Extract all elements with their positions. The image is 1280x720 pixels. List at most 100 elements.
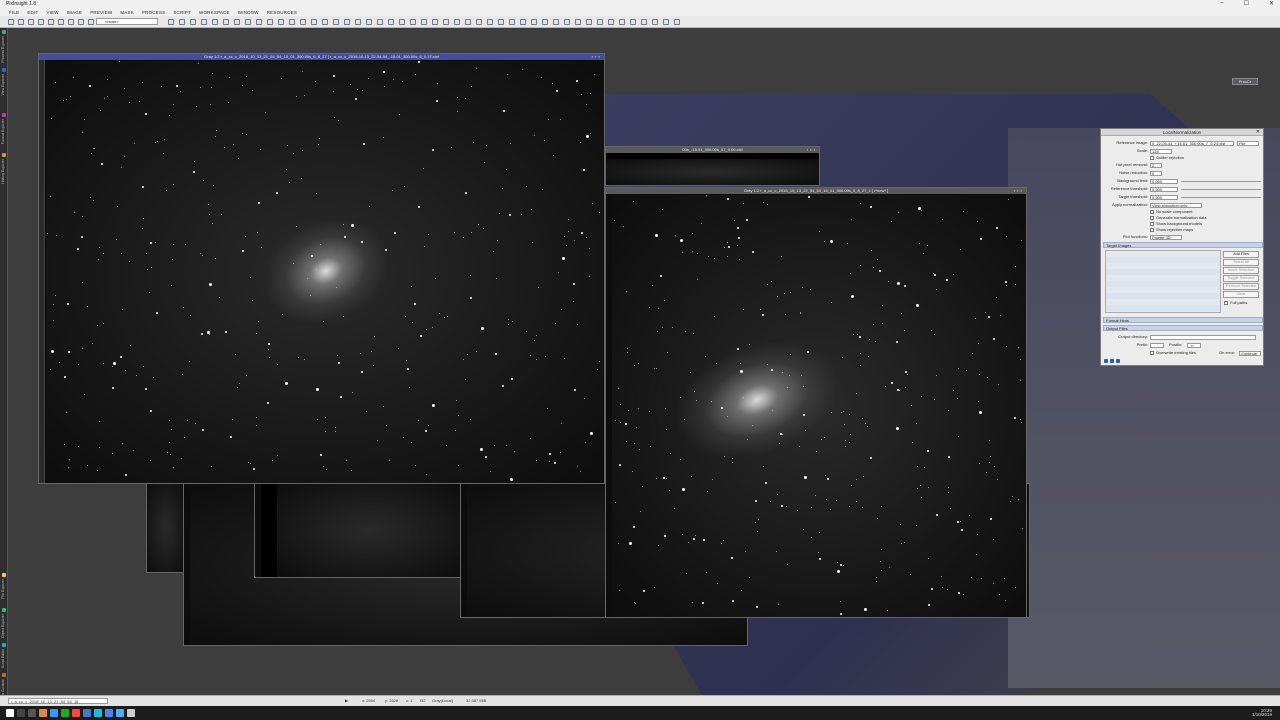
toolbar-tool-icon[interactable] <box>586 19 592 25</box>
taskbar-app-icon[interactable] <box>72 709 80 717</box>
image-window-back[interactable] <box>254 483 464 578</box>
toolbar-tool-icon[interactable] <box>597 19 603 25</box>
menu-workspace[interactable]: WORKSPACE <box>196 8 235 16</box>
vertical-ruler[interactable] <box>39 60 45 483</box>
taskbar-app-icon[interactable] <box>127 709 135 717</box>
image-canvas[interactable] <box>606 159 819 185</box>
on-error-select[interactable]: Continue <box>1239 350 1261 356</box>
window-title[interactable]: Gray 1:2 r_a_cc_c_2018_10_13_21_54_54_15… <box>39 54 604 60</box>
toolbar-tool-icon[interactable] <box>619 19 625 25</box>
taskbar-app-icon[interactable] <box>50 709 58 717</box>
explorer-tab-icon[interactable] <box>2 608 6 612</box>
mask-select[interactable]: <none> <box>96 18 158 25</box>
explorer-tab-label[interactable]: File Explorer <box>1 579 7 599</box>
close-icon[interactable]: ✕ <box>1256 129 1260 136</box>
toolbar-tool-icon[interactable] <box>344 19 350 25</box>
window-buttons[interactable]: ▪▪▪ <box>1014 188 1024 194</box>
target-images-section[interactable]: Target Images <box>1103 242 1263 248</box>
toolbar-tool-icon[interactable] <box>256 19 262 25</box>
apply-select[interactable]: View execution only <box>1150 202 1202 208</box>
explorer-tab-icon[interactable] <box>2 573 6 577</box>
menu-script[interactable]: SCRIPT <box>170 8 196 16</box>
toolbar-tool-icon[interactable] <box>498 19 504 25</box>
toolbar-tool-icon[interactable] <box>564 19 570 25</box>
toolbar-tool-icon[interactable] <box>322 19 328 25</box>
toggle-selected-button[interactable]: Toggle Selected <box>1223 275 1259 282</box>
toolbar-tool-icon[interactable] <box>234 19 240 25</box>
explorer-tab-icon[interactable] <box>2 113 6 117</box>
menu-process[interactable]: PROCESS <box>139 8 170 16</box>
toolbar-tool-icon[interactable] <box>212 19 218 25</box>
toolbar-tool-icon[interactable] <box>311 19 317 25</box>
output-files-section[interactable]: Output Files <box>1103 325 1263 331</box>
explorer-tab-label[interactable]: Object Explorer <box>1 614 7 638</box>
toolbar-tool-icon[interactable] <box>432 19 438 25</box>
scale-field[interactable]: 128 <box>1150 148 1172 154</box>
explorer-tab-label[interactable]: Script Editor <box>1 649 7 668</box>
toolbar-tool-icon[interactable] <box>641 19 647 25</box>
toolbar-tool-icon[interactable] <box>168 19 174 25</box>
taskbar-app-icon[interactable] <box>83 709 91 717</box>
outlier-checkbox[interactable] <box>1150 156 1154 160</box>
toolbar-tool-icon[interactable] <box>300 19 306 25</box>
overwrite-checkbox[interactable] <box>1150 351 1154 355</box>
taskbar-app-icon[interactable] <box>116 709 124 717</box>
image-window-right[interactable]: Gray 1:2 r_a_cc_c_2018_10_13_22_54_54_15… <box>605 187 1027 618</box>
explorer-tab-icon[interactable] <box>2 30 6 34</box>
toolbar-tool-icon[interactable] <box>245 19 251 25</box>
no-scale-checkbox[interactable] <box>1150 210 1154 214</box>
prefix-field[interactable] <box>1150 342 1164 348</box>
menu-image[interactable]: IMAGE <box>64 8 88 16</box>
clear-button[interactable]: Clear <box>1223 291 1259 298</box>
ref-threshold-slider[interactable] <box>1181 188 1261 190</box>
explorer-tab-label[interactable]: Process Explorer <box>1 36 7 63</box>
generate-data-checkbox[interactable] <box>1150 216 1154 220</box>
taskbar-app-icon[interactable] <box>94 709 102 717</box>
minimize-button[interactable]: – <box>1220 0 1223 7</box>
postfix-field[interactable]: _n <box>1187 342 1201 348</box>
toolbar-tool-icon[interactable] <box>421 19 427 25</box>
toolbar-tool-icon[interactable] <box>399 19 405 25</box>
explorer-tab-label[interactable]: View Explorer <box>1 74 7 96</box>
toolbar-tool-icon[interactable] <box>355 19 361 25</box>
image-selector[interactable]: r_a_cc_c_2018_10_13_21_54_54_15 <box>8 698 108 704</box>
add-files-button[interactable]: Add Files <box>1223 251 1259 258</box>
output-dir-field[interactable] <box>1150 334 1256 340</box>
play-icon[interactable]: ▶ <box>345 698 348 704</box>
bg-limit-slider[interactable] <box>1181 180 1261 182</box>
menu-resources[interactable]: RESOURCES <box>264 8 302 16</box>
toolbar-tool-icon[interactable] <box>8 19 14 25</box>
reference-image-field[interactable]: 0_22-09-44_+15-01_300.00s_7_0.24.xisf <box>1150 140 1234 146</box>
toolbar-tool-icon[interactable] <box>454 19 460 25</box>
menu-view[interactable]: VIEW <box>43 8 63 16</box>
explorer-tab-icon[interactable] <box>2 68 6 72</box>
toolbar-tool-icon[interactable] <box>608 19 614 25</box>
toolbar-tool-icon[interactable] <box>267 19 273 25</box>
full-paths-checkbox[interactable] <box>1224 301 1228 305</box>
toolbar-tool-icon[interactable] <box>663 19 669 25</box>
image-window-minimized[interactable] <box>146 483 186 573</box>
toolbar-tool-icon[interactable] <box>531 19 537 25</box>
toolbar-tool-icon[interactable] <box>476 19 482 25</box>
explorer-tab-icon[interactable] <box>2 153 6 157</box>
toolbar-tool-icon[interactable] <box>465 19 471 25</box>
toolbar-tool-icon[interactable] <box>201 19 207 25</box>
remove-selected-button[interactable]: Remove Selected <box>1223 283 1259 290</box>
plot-select[interactable]: Palette 3D <box>1150 234 1182 240</box>
maximize-button[interactable]: ☐ <box>1244 0 1249 7</box>
menu-mask[interactable]: MASK <box>117 8 139 16</box>
taskbar-app-icon[interactable] <box>17 709 25 717</box>
reference-image-mode-select[interactable]: File <box>1237 140 1259 146</box>
toolbar-tool-icon[interactable] <box>88 19 94 25</box>
new-instance-icon[interactable] <box>1104 359 1108 363</box>
target-threshold-slider[interactable] <box>1181 196 1261 198</box>
window-buttons[interactable]: ▪▪▪ <box>592 54 602 60</box>
bg-limit-field[interactable]: 0.050 <box>1150 178 1178 184</box>
toolbar-tool-icon[interactable] <box>366 19 372 25</box>
menu-preview[interactable]: PREVIEW <box>87 8 117 16</box>
toolbar-tool-icon[interactable] <box>28 19 34 25</box>
taskbar-app-icon[interactable] <box>105 709 113 717</box>
toolbar-tool-icon[interactable] <box>377 19 383 25</box>
toolbar-tool-icon[interactable] <box>18 19 24 25</box>
image-canvas[interactable] <box>46 61 604 483</box>
